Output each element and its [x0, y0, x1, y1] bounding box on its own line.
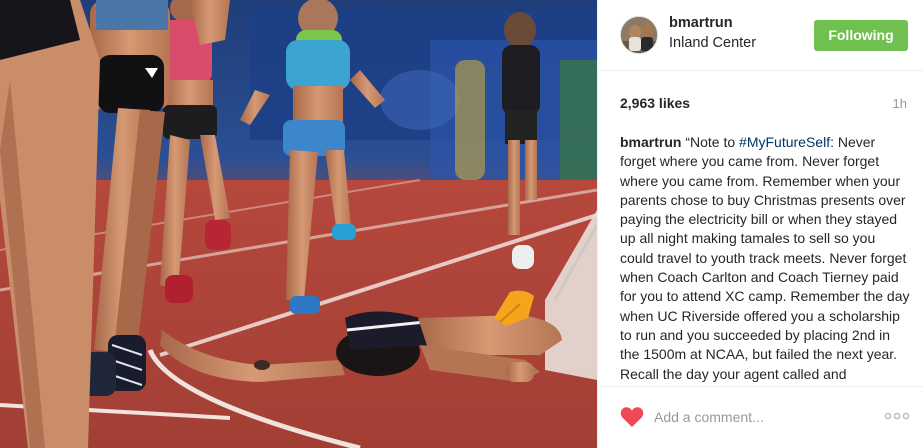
post-sidebar: bmartrun Inland Center Following 2,963 l…	[597, 0, 923, 448]
caption-text-start: “Note to	[685, 134, 740, 150]
avatar[interactable]	[620, 16, 658, 54]
post-time[interactable]: 1h	[893, 96, 907, 111]
post-username[interactable]: bmartrun	[669, 15, 733, 31]
post-footer	[598, 386, 923, 448]
following-button[interactable]: Following	[814, 20, 908, 51]
post-location[interactable]: Inland Center	[669, 35, 756, 51]
caption-username[interactable]: bmartrun	[620, 134, 681, 150]
caption-hashtag[interactable]: #MyFutureSelf	[739, 134, 830, 150]
post-photo[interactable]	[0, 0, 597, 448]
comment-input[interactable]	[654, 405, 874, 429]
post-header: bmartrun Inland Center Following	[598, 0, 923, 71]
instagram-post: bmartrun Inland Center Following 2,963 l…	[0, 0, 923, 448]
post-caption: bmartrun “Note to #MyFutureSelf: Never f…	[620, 133, 910, 385]
caption-text: : Never forget where you came from. Neve…	[620, 134, 910, 382]
more-options-icon[interactable]	[884, 409, 910, 423]
heart-icon[interactable]	[620, 406, 644, 428]
track-race-photo	[0, 0, 597, 448]
avatar-image	[621, 17, 657, 53]
likes-count[interactable]: 2,963 likes	[620, 95, 690, 111]
